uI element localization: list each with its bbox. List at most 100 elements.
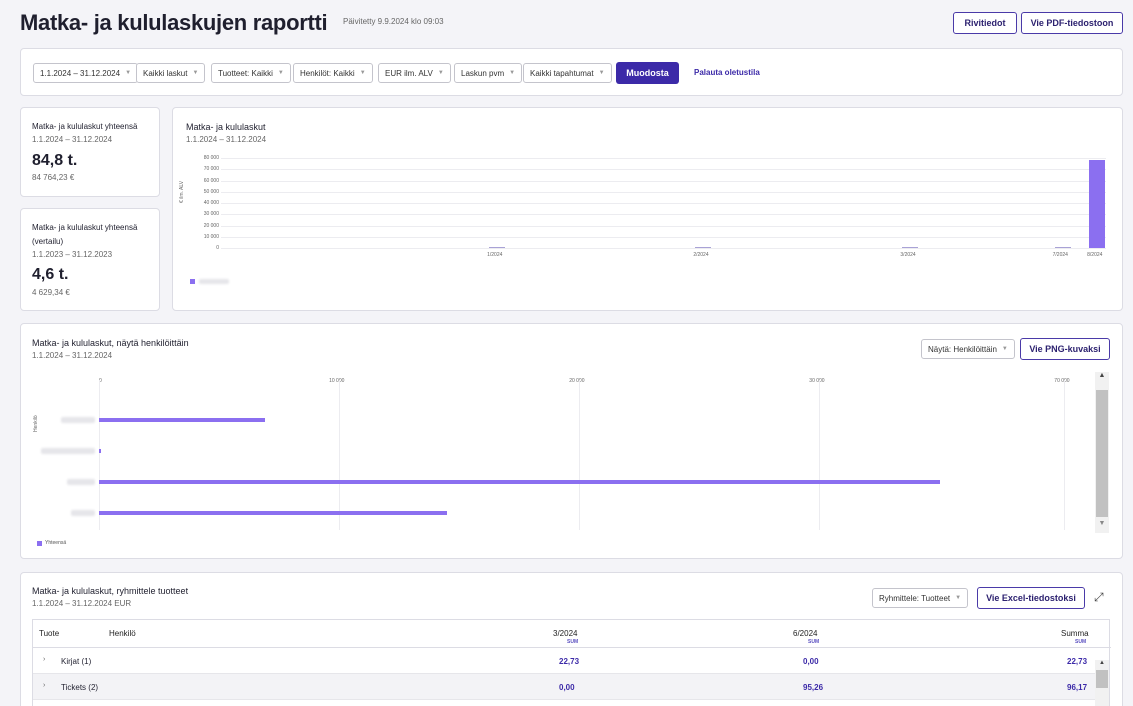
chart-scrollbar[interactable]: ▲ ▼: [1095, 372, 1109, 533]
export-png-button[interactable]: Vie PNG-kuvaksi: [1020, 338, 1110, 360]
legend-swatch: [190, 279, 195, 284]
scroll-up-icon[interactable]: ▲: [1095, 660, 1109, 670]
kpi-title: Matka- ja kululaskut yhteensä: [32, 122, 138, 131]
cell-total: 22,73: [1067, 657, 1088, 666]
product-name-cell: Tickets (2): [61, 683, 99, 692]
expand-chevron-icon[interactable]: ›: [43, 682, 45, 689]
person-label-obscured: [41, 448, 95, 454]
kpi-card-total: Matka- ja kululaskut yhteensä 1.1.2024 –…: [20, 107, 160, 197]
col-sum-label: SUM: [808, 639, 820, 645]
bar[interactable]: [99, 480, 940, 484]
col-header-3-2024[interactable]: 3/2024: [553, 629, 577, 638]
bar[interactable]: [902, 247, 919, 248]
cell-total: 96,17: [1067, 683, 1088, 692]
bar[interactable]: [99, 511, 448, 515]
y-tick-label: 30 000: [203, 211, 219, 218]
scroll-thumb[interactable]: [1096, 670, 1108, 688]
col-header-person[interactable]: Henkilö: [109, 629, 136, 638]
kpi-period: 1.1.2024 – 31.12.2024: [32, 135, 113, 144]
table-row[interactable]: › Kirjat (1) 22,73 0,00 22,73: [33, 648, 1095, 674]
x-tick-label: 3/2024: [900, 252, 916, 258]
y-tick-label: 50 000: [203, 188, 219, 195]
expand-icon[interactable]: ⤢: [1094, 590, 1104, 605]
legend-label: Yhteensä: [45, 540, 67, 546]
product-filter[interactable]: Tuotteet: Kaikki ▼: [211, 63, 291, 83]
person-filter[interactable]: Henkilöt: Kaikki ▼: [293, 63, 373, 83]
table-scrollbar[interactable]: ▲: [1095, 660, 1109, 706]
cell-6-2024: 95,26: [803, 683, 824, 692]
chevron-down-icon: ▼: [437, 70, 444, 76]
x-tick-label: 10 000: [329, 378, 345, 384]
gridline: [99, 380, 100, 530]
kpi-title-suffix: (vertailu): [32, 237, 64, 246]
row-details-button[interactable]: Rivitiedot: [953, 12, 1017, 34]
person-label-obscured: [67, 479, 95, 485]
date-range-filter[interactable]: 1.1.2024 – 31.12.2024 ▼: [33, 63, 139, 83]
y-tick-label: 10 000: [203, 233, 219, 240]
cell-3-2024: 0,00: [559, 683, 575, 692]
chevron-down-icon: ▼: [277, 70, 284, 76]
cell-3-2024: 22,73: [559, 657, 580, 666]
view-select[interactable]: Näytä: Henkilöittäin ▼: [921, 339, 1015, 359]
bar[interactable]: [695, 247, 712, 248]
gridline: [221, 158, 1106, 159]
col-header-product[interactable]: Tuote: [39, 629, 59, 638]
chevron-down-icon: ▼: [509, 70, 516, 76]
kpi-value: 4,6 t.: [32, 266, 69, 283]
date-type-filter[interactable]: Laskun pvm ▼: [454, 63, 523, 83]
table-row[interactable]: › Tickets (2) 0,00 95,26 96,17: [33, 674, 1095, 700]
x-tick-label: 70 000: [1054, 378, 1070, 384]
y-tick-label: 80 000: [203, 155, 219, 161]
x-tick-label: 1/2024: [487, 252, 503, 258]
scroll-thumb[interactable]: [1096, 390, 1108, 517]
scroll-up-icon[interactable]: ▲: [1095, 372, 1109, 384]
y-axis-ticks: 80 000 70 000 60 000 50 000 40 000 30 000 20 0…: [185, 155, 219, 251]
generate-button[interactable]: Muodosta: [616, 62, 679, 84]
x-tick-label: 30 000: [809, 378, 825, 384]
product-table-card: Matka- ja kululaskut, ryhmittele tuottee…: [20, 572, 1123, 706]
scroll-down-icon[interactable]: ▼: [1095, 520, 1109, 532]
y-tick-label: 0: [216, 245, 219, 251]
group-select[interactable]: Ryhmittele: Tuotteet ▼: [872, 588, 969, 608]
export-excel-button[interactable]: Vie Excel-tiedostoksi: [977, 587, 1085, 609]
col-header-6-2024[interactable]: 6/2024: [793, 629, 817, 638]
gridline: [221, 191, 1106, 193]
kpi-period: 1.1.2023 – 31.12.2023: [32, 250, 113, 259]
y-tick-label: 40 000: [203, 200, 219, 206]
expand-chevron-icon[interactable]: ›: [43, 656, 45, 663]
legend-swatch: [37, 540, 42, 546]
bar[interactable]: [99, 418, 265, 422]
bar[interactable]: [489, 247, 506, 248]
product-name-cell: Kirjat (1): [61, 657, 92, 666]
kpi-card-comparison: Matka- ja kululaskut yhteensä (vertailu)…: [20, 208, 160, 311]
data-table: Tuote Henkilö 3/2024 SUM 6/2024 SUM Summ…: [32, 619, 1111, 706]
col-header-total[interactable]: Summa: [1061, 629, 1089, 638]
filter-bar: 1.1.2024 – 31.12.2024 ▼ Kaikki laskut ▼ Tu…: [20, 48, 1123, 96]
gridline: [221, 180, 1106, 182]
reset-link[interactable]: Palauta oletustila: [694, 68, 760, 77]
chart-period: 1.1.2024 – 31.12.2024: [32, 351, 113, 360]
bar[interactable]: [99, 449, 101, 453]
updated-timestamp: Päivitetty 9.9.2024 klo 09:03: [343, 17, 444, 26]
kpi-value: 84,8 t.: [32, 152, 78, 169]
y-tick-label: 60 000: [203, 177, 219, 184]
x-tick-label: 8/2024: [1087, 252, 1103, 258]
x-tick-label: 20 000: [569, 378, 585, 384]
chevron-down-icon: ▼: [192, 70, 199, 76]
x-tick-label: 7/2024: [1052, 252, 1068, 258]
legend: Yhteensä: [37, 540, 66, 546]
x-axis-ticks: 0 10 000 20 000 30 000 70 000: [99, 378, 1079, 388]
col-sum-label: SUM: [1075, 639, 1087, 645]
bar[interactable]: [1054, 247, 1071, 248]
currency-filter[interactable]: EUR ilm. ALV ▼: [378, 63, 451, 83]
person-chart-card: Matka- ja kululaskut, näytä henkilöittäi…: [20, 323, 1123, 559]
monthly-chart-card: Matka- ja kululaskut 1.1.2024 – 31.12.20…: [172, 107, 1123, 311]
person-category-labels: [39, 390, 97, 530]
legend: [190, 279, 229, 284]
x-tick-label: 2/2024: [693, 252, 709, 258]
event-filter[interactable]: Kaikki tapahtumat ▼: [523, 63, 612, 83]
table-title: Matka- ja kululaskut, ryhmittele tuottee…: [32, 586, 189, 596]
invoice-filter[interactable]: Kaikki laskut ▼: [136, 63, 206, 83]
export-pdf-button[interactable]: Vie PDF-tiedostoon: [1021, 12, 1123, 34]
bar[interactable]: [1089, 160, 1106, 248]
